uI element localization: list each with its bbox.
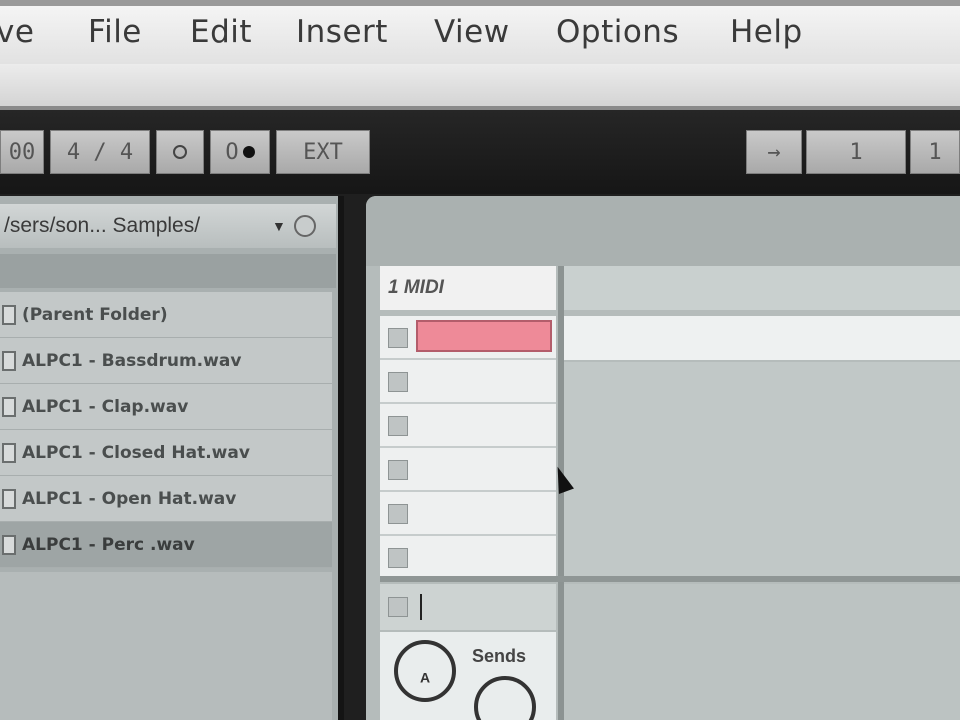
file-list: (Parent Folder) ALPC1 - Bassdrum.wav ALP… — [0, 292, 332, 568]
clip-launch-button[interactable] — [388, 416, 408, 436]
track-header[interactable]: 1 MIDI — [380, 266, 556, 310]
mixer-section: A Sends — [380, 632, 556, 720]
tempo-field[interactable]: 00 — [0, 130, 44, 174]
sends-label: Sends — [472, 646, 527, 666]
list-item[interactable]: ALPC1 - Closed Hat.wav — [0, 430, 332, 476]
beat-position-field[interactable]: 1 — [910, 130, 960, 174]
list-item[interactable]: ALPC1 - Bassdrum.wav — [0, 338, 332, 384]
clip-stop-button[interactable] — [388, 597, 408, 617]
file-icon — [2, 534, 16, 555]
browser-empty-area — [0, 572, 332, 720]
file-browser: /sers/son... Samples/ ▼ (Parent Folder) … — [0, 196, 344, 720]
gear-icon[interactable] — [293, 215, 316, 237]
clip-slot[interactable] — [380, 360, 556, 404]
record-mode-label: O — [225, 139, 239, 165]
menu-insert[interactable]: Insert — [296, 14, 388, 50]
clip-launch-button[interactable] — [388, 328, 408, 348]
midi-clip[interactable] — [416, 320, 552, 352]
title-strip — [0, 64, 960, 110]
menu-help[interactable]: Help — [730, 14, 803, 50]
arrow-down-icon[interactable]: ▼ — [272, 218, 286, 234]
menu-bar: ve File Edit Insert View Options Help — [0, 0, 960, 64]
file-name: ALPC1 - Clap.wav — [22, 396, 189, 417]
file-name: ALPC1 - Closed Hat.wav — [22, 442, 250, 463]
clip-stop-row — [380, 584, 556, 630]
file-icon — [2, 350, 16, 371]
record-button[interactable]: O — [210, 130, 270, 174]
browser-path: /sers/son... Samples/ — [4, 214, 201, 237]
browser-column-header — [0, 254, 336, 288]
record-icon — [242, 146, 255, 158]
clip-launch-button[interactable] — [388, 548, 408, 568]
bar-position-field[interactable]: 1 — [806, 130, 906, 174]
clip-slot[interactable] — [380, 404, 556, 448]
file-name: (Parent Folder) — [22, 304, 168, 325]
file-name: ALPC1 - Bassdrum.wav — [22, 350, 242, 371]
menu-edit[interactable]: Edit — [190, 14, 252, 50]
menu-view[interactable]: View — [434, 14, 510, 50]
menu-live[interactable]: ve — [0, 14, 34, 50]
text-caret — [420, 594, 422, 620]
file-name: ALPC1 - Open Hat.wav — [22, 488, 237, 509]
clip-slot[interactable] — [380, 448, 556, 492]
session-view: 1 MIDI A Sends — [366, 196, 960, 720]
clip-slot[interactable] — [380, 536, 556, 580]
file-icon — [2, 396, 16, 417]
time-signature-field[interactable]: 4 / 4 — [50, 130, 150, 174]
clip-launch-button[interactable] — [388, 460, 408, 480]
list-item[interactable]: ALPC1 - Clap.wav — [0, 384, 332, 430]
browser-path-bar[interactable]: /sers/son... Samples/ ▼ — [0, 204, 336, 248]
menu-options[interactable]: Options — [556, 14, 679, 50]
transport-bar: 00 4 / 4 O EXT → 1 1 — [0, 110, 960, 194]
clip-column — [380, 316, 556, 580]
send-a-knob[interactable]: A — [394, 640, 456, 702]
menu-file[interactable]: File — [88, 14, 142, 50]
clip-slot[interactable] — [380, 492, 556, 536]
clip-slot[interactable] — [380, 316, 556, 360]
follow-button[interactable]: → — [746, 130, 802, 174]
clip-launch-button[interactable] — [388, 504, 408, 524]
session-top-bar — [366, 196, 960, 266]
metronome-button[interactable] — [156, 130, 204, 174]
ext-sync-button[interactable]: EXT — [276, 130, 370, 174]
section-divider — [380, 576, 960, 582]
list-item-selected[interactable]: ALPC1 - Perc .wav — [0, 522, 332, 568]
file-icon — [2, 442, 16, 463]
metronome-icon — [173, 145, 187, 159]
scene-row[interactable] — [564, 316, 960, 360]
clip-launch-button[interactable] — [388, 372, 408, 392]
list-item-parent-folder[interactable]: (Parent Folder) — [0, 292, 332, 338]
master-lower-area — [564, 584, 960, 720]
send-b-knob[interactable] — [474, 676, 536, 720]
file-icon — [2, 488, 16, 509]
scene-area — [564, 362, 960, 576]
folder-icon — [2, 304, 16, 325]
knob-label: A — [419, 669, 431, 686]
file-name: ALPC1 - Perc .wav — [22, 534, 195, 555]
master-header — [564, 266, 960, 310]
list-item[interactable]: ALPC1 - Open Hat.wav — [0, 476, 332, 522]
